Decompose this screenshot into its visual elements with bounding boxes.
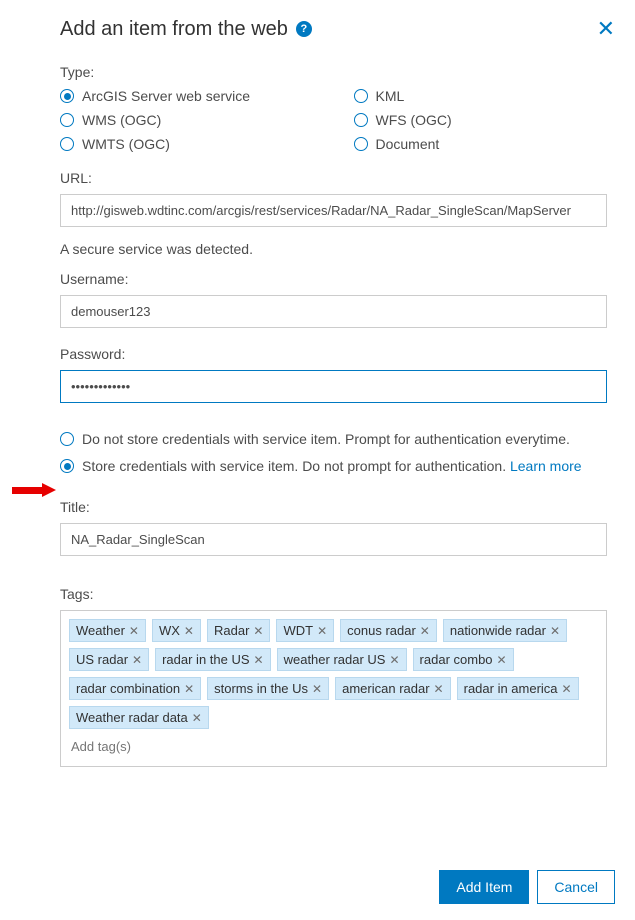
- radio-icon: [354, 137, 368, 151]
- add-item-dialog: Add an item from the web ? ✕ Type: ArcGI…: [0, 0, 635, 920]
- type-wfs[interactable]: WFS (OGC): [354, 112, 608, 128]
- tag-text: Weather: [76, 623, 125, 638]
- tag-text: Weather radar data: [76, 710, 188, 725]
- tag-remove-icon[interactable]: ✕: [389, 653, 399, 667]
- type-options: ArcGIS Server web service KML WMS (OGC) WFS…: [60, 88, 607, 152]
- dialog-title-text: Add an item from the web: [60, 18, 288, 41]
- dialog-footer: Add Item Cancel: [60, 846, 615, 904]
- title-label: Title:: [60, 499, 607, 515]
- tags-box[interactable]: Weather✕WX✕Radar✕WDT✕conus radar✕nationw…: [60, 610, 607, 767]
- close-icon[interactable]: ✕: [597, 16, 615, 42]
- tag-remove-icon[interactable]: ✕: [254, 653, 264, 667]
- tag-chip: storms in the Us ✕: [207, 677, 329, 700]
- cancel-button[interactable]: Cancel: [537, 870, 615, 904]
- tag-remove-icon[interactable]: ✕: [184, 624, 194, 638]
- annotation-arrow: [12, 483, 56, 497]
- tag-remove-icon[interactable]: ✕: [550, 624, 560, 638]
- tag-chip: american radar ✕: [335, 677, 451, 700]
- tag-text: WDT: [283, 623, 313, 638]
- tag-chip: Weather ✕: [69, 619, 146, 642]
- tag-remove-icon[interactable]: ✕: [497, 653, 507, 667]
- tags-label: Tags:: [60, 586, 607, 602]
- radio-label: WFS (OGC): [376, 112, 452, 128]
- radio-label: WMTS (OGC): [82, 136, 170, 152]
- radio-label: KML: [376, 88, 405, 104]
- type-kml[interactable]: KML: [354, 88, 608, 104]
- credentials-store-label: Store credentials with service item. Do …: [82, 456, 607, 477]
- tag-remove-icon[interactable]: ✕: [434, 682, 444, 696]
- tag-remove-icon[interactable]: ✕: [562, 682, 572, 696]
- tag-text: radar in the US: [162, 652, 249, 667]
- url-input[interactable]: [60, 194, 607, 227]
- radio-label: Document: [376, 136, 440, 152]
- tag-text: storms in the Us: [214, 681, 308, 696]
- tag-chip: US radar ✕: [69, 648, 149, 671]
- tag-chip: Weather radar data ✕: [69, 706, 209, 729]
- tag-chip: radar in the US ✕: [155, 648, 271, 671]
- type-document[interactable]: Document: [354, 136, 608, 152]
- tag-remove-icon[interactable]: ✕: [184, 682, 194, 696]
- username-input[interactable]: [60, 295, 607, 328]
- radio-icon: [60, 137, 74, 151]
- tag-text: Radar: [214, 623, 249, 638]
- tag-chip: radar combination ✕: [69, 677, 201, 700]
- tag-remove-icon[interactable]: ✕: [317, 624, 327, 638]
- radio-icon: [60, 113, 74, 127]
- tag-chip: Radar ✕: [207, 619, 270, 642]
- tag-chip: WX ✕: [152, 619, 201, 642]
- radio-icon: [60, 89, 74, 103]
- type-wms[interactable]: WMS (OGC): [60, 112, 314, 128]
- add-item-button[interactable]: Add Item: [439, 870, 529, 904]
- radio-label: ArcGIS Server web service: [82, 88, 250, 104]
- tag-remove-icon[interactable]: ✕: [312, 682, 322, 696]
- password-input[interactable]: [60, 370, 607, 403]
- radio-icon: [354, 113, 368, 127]
- help-icon[interactable]: ?: [296, 21, 312, 37]
- tag-remove-icon[interactable]: ✕: [420, 624, 430, 638]
- type-label: Type:: [60, 64, 607, 80]
- tag-remove-icon[interactable]: ✕: [253, 624, 263, 638]
- radio-icon: [60, 432, 74, 446]
- credentials-nostore-label: Do not store credentials with service it…: [82, 429, 607, 450]
- tag-text: american radar: [342, 681, 429, 696]
- tag-text: radar combination: [76, 681, 180, 696]
- credentials-option-nostore[interactable]: Do not store credentials with service it…: [60, 429, 607, 450]
- url-label: URL:: [60, 170, 607, 186]
- credentials-store-text: Store credentials with service item. Do …: [82, 458, 510, 474]
- tag-text: conus radar: [347, 623, 416, 638]
- learn-more-link[interactable]: Learn more: [510, 458, 582, 474]
- tag-text: weather radar US: [284, 652, 386, 667]
- secure-service-message: A secure service was detected.: [60, 241, 607, 257]
- tag-text: US radar: [76, 652, 128, 667]
- radio-label: WMS (OGC): [82, 112, 161, 128]
- tag-chip: WDT ✕: [276, 619, 334, 642]
- tag-text: WX: [159, 623, 180, 638]
- tag-chip: radar in america ✕: [457, 677, 579, 700]
- dialog-header: Add an item from the web ? ✕: [60, 16, 615, 42]
- tags-input[interactable]: [69, 735, 598, 758]
- tag-chip: radar combo ✕: [413, 648, 514, 671]
- password-label: Password:: [60, 346, 607, 362]
- type-arcgis-server[interactable]: ArcGIS Server web service: [60, 88, 314, 104]
- radio-icon: [354, 89, 368, 103]
- tag-remove-icon[interactable]: ✕: [132, 653, 142, 667]
- tag-text: nationwide radar: [450, 623, 546, 638]
- title-input[interactable]: [60, 523, 607, 556]
- dialog-title: Add an item from the web ?: [60, 18, 312, 41]
- dialog-content: Type: ArcGIS Server web service KML WMS (O…: [60, 60, 615, 846]
- tag-text: radar combo: [420, 652, 493, 667]
- username-label: Username:: [60, 271, 607, 287]
- tag-remove-icon[interactable]: ✕: [129, 624, 139, 638]
- tag-chip: weather radar US✕: [277, 648, 407, 671]
- radio-icon: [60, 459, 74, 473]
- type-wmts[interactable]: WMTS (OGC): [60, 136, 314, 152]
- tag-chip: nationwide radar ✕: [443, 619, 567, 642]
- tags-wrap: Weather✕WX✕Radar✕WDT✕conus radar✕nationw…: [69, 619, 598, 729]
- credentials-option-store[interactable]: Store credentials with service item. Do …: [60, 456, 607, 477]
- tag-text: radar in america: [464, 681, 558, 696]
- tag-remove-icon[interactable]: ✕: [192, 711, 202, 725]
- tag-chip: conus radar ✕: [340, 619, 437, 642]
